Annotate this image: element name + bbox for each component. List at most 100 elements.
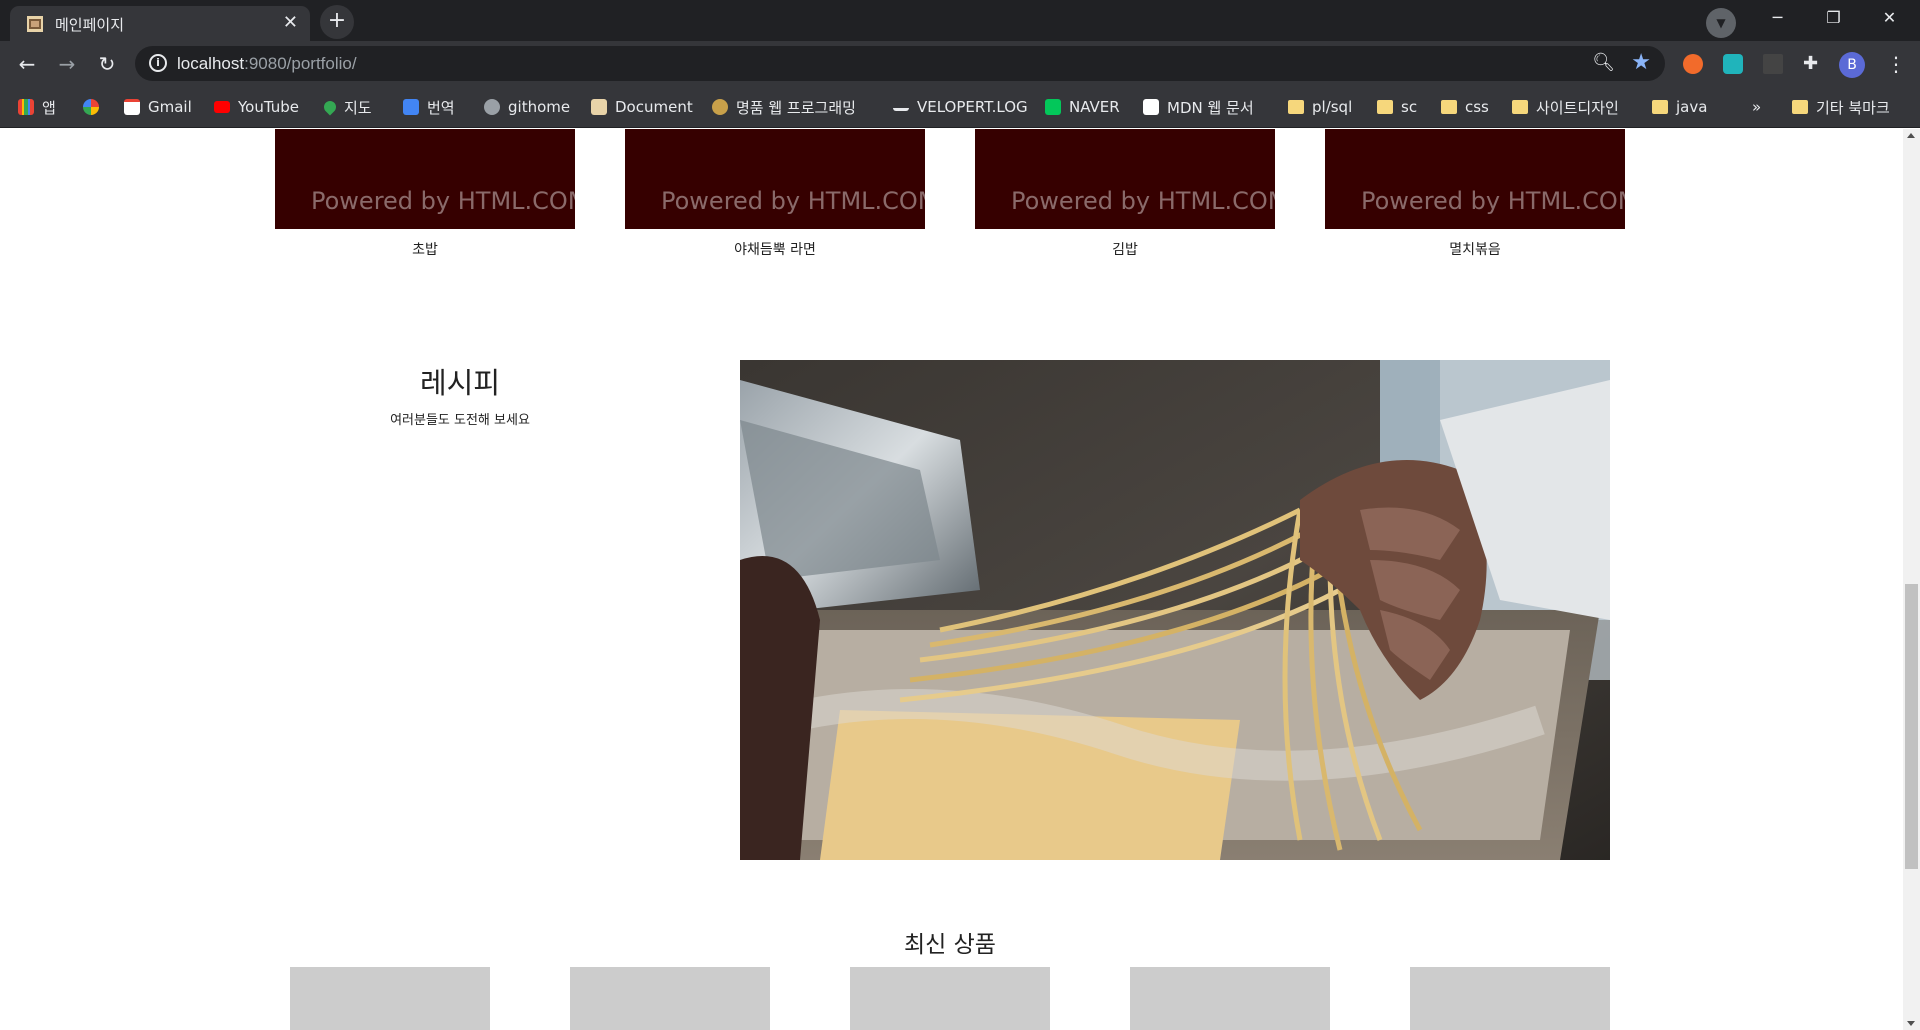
bookmark-folder-css[interactable]: css [1441,96,1489,118]
food-image-placeholder: Powered by HTML.COM [625,129,925,229]
translate-icon [403,99,419,115]
minimize-button[interactable]: ─ [1750,0,1805,36]
scroll-up-arrow-icon[interactable] [1907,133,1915,138]
velopert-icon [893,103,909,111]
reload-button[interactable]: ↻ [92,49,122,79]
profile-avatar[interactable]: B [1839,52,1865,78]
new-tab-button[interactable]: + [320,5,354,39]
bookmark-label: 지도 [344,98,372,117]
bookmark-translate[interactable]: 번역 [403,96,455,118]
url-path: :9080/portfolio/ [244,54,357,73]
placeholder-caption: Powered by HTML.COM [1361,187,1625,215]
qr-extension-icon[interactable] [1763,54,1783,74]
folder-icon [1441,100,1457,114]
product-thumbnail[interactable] [1410,967,1610,1030]
gmail-icon [124,99,140,115]
address-bar[interactable]: i localhost:9080/portfolio/ 🔍︎ ★ [135,46,1665,81]
page-viewport: Powered by HTML.COM 초밥 Powered by HTML.C… [0,129,1903,1030]
zoom-icon[interactable]: 🔍︎ [1592,52,1615,73]
bookmark-google[interactable] [83,96,99,118]
maps-pin-icon [321,98,339,116]
bookmark-naver[interactable]: NAVER [1045,96,1120,118]
browser-toolbar: ← → ↻ i localhost:9080/portfolio/ 🔍︎ ★ ✚… [0,41,1920,87]
folder-icon [1377,100,1393,114]
food-card[interactable]: Powered by HTML.COM 멸치볶음 [1325,129,1625,259]
youtube-icon [214,101,230,113]
naver-icon [1045,99,1061,115]
bookmark-star-icon[interactable]: ★ [1631,50,1651,75]
scroll-down-arrow-icon[interactable] [1907,1021,1915,1026]
scrollbar-thumb[interactable] [1905,584,1918,869]
product-thumbnail[interactable] [850,967,1050,1030]
food-name: 김밥 [1112,242,1138,258]
bookmark-web-programming[interactable]: 명품 웹 프로그래밍 [712,96,856,118]
bookmark-label: css [1465,98,1489,116]
bookmark-youtube[interactable]: YouTube [214,96,299,118]
extensions-puzzle-icon[interactable]: ✚ [1803,54,1823,74]
vertical-scrollbar[interactable] [1903,129,1920,1030]
bookmark-velopert[interactable]: VELOPERT.LOG [893,96,1028,118]
book-icon [712,99,728,115]
folder-icon [1652,100,1668,114]
folder-icon [1288,100,1304,114]
bookmark-label: Document [615,98,693,116]
active-tab[interactable]: 메인페이지 ✕ [10,6,310,41]
new-products-heading: 최신 상품 [904,932,996,958]
food-name: 멸치볶음 [1449,242,1501,258]
google-icon [83,99,99,115]
bookmark-label: 앱 [42,98,56,117]
close-window-button[interactable]: ✕ [1862,0,1917,36]
extension-1-icon[interactable] [1683,54,1703,74]
tab-close-icon[interactable]: ✕ [283,12,298,33]
bookmark-label: 기타 북마크 [1816,98,1890,117]
folder-icon [1512,100,1528,114]
tab-search-icon[interactable]: ▼ [1706,8,1736,38]
bookmarks-overflow-chevron-icon[interactable]: » [1752,96,1761,118]
browser-menu-icon[interactable]: ⋮ [1886,52,1906,76]
tab-strip: 메인페이지 ✕ + ▼ ─ ❐ ✕ [0,0,1920,41]
back-button[interactable]: ← [12,49,42,79]
product-thumbnail[interactable] [290,967,490,1030]
bookmark-label: java [1676,98,1708,116]
bookmark-gmail[interactable]: Gmail [124,96,192,118]
bookmark-apps[interactable]: 앱 [18,96,56,118]
bookmark-label: VELOPERT.LOG [917,98,1028,116]
apps-grid-icon [18,99,34,115]
bookmark-githome[interactable]: githome [484,96,570,118]
food-card[interactable]: Powered by HTML.COM 초밥 [275,129,575,259]
food-card[interactable]: Powered by HTML.COM 김밥 [975,129,1275,259]
food-name: 야채듬뿍 라면 [734,242,816,258]
restore-button[interactable]: ❐ [1806,0,1861,36]
placeholder-caption: Powered by HTML.COM [661,187,925,215]
pasta-photo-illustration [740,360,1610,860]
bookmark-document[interactable]: Document [591,96,693,118]
document-icon [591,99,607,115]
site-info-icon[interactable]: i [149,54,167,72]
bookmark-maps[interactable]: 지도 [321,96,372,118]
bookmarks-bar: 앱 Gmail YouTube 지도 번역 githome Document 명… [0,87,1920,128]
bookmark-label: 번역 [427,98,455,117]
bookmark-folder-sc[interactable]: sc [1377,96,1417,118]
bookmark-mdn[interactable]: MDN 웹 문서 [1143,96,1254,118]
product-thumbnail[interactable] [1130,967,1330,1030]
bookmark-label: 사이트디자인 [1536,98,1619,117]
extension-2-icon[interactable] [1723,54,1743,74]
pasta-making-photo [740,360,1610,860]
placeholder-caption: Powered by HTML.COM [1011,187,1275,215]
url-text[interactable]: localhost:9080/portfolio/ [177,54,357,74]
forward-button[interactable]: → [52,49,82,79]
bookmark-folder-site-design[interactable]: 사이트디자인 [1512,96,1619,118]
bookmark-folder-plsql[interactable]: pl/sql [1288,96,1352,118]
bookmark-other[interactable]: 기타 북마크 [1792,96,1890,118]
food-image-placeholder: Powered by HTML.COM [275,129,575,229]
url-host: localhost [177,54,245,73]
folder-icon [1792,100,1808,114]
bookmark-folder-java[interactable]: java [1652,96,1707,118]
food-image-placeholder: Powered by HTML.COM [1325,129,1625,229]
page-favicon-icon [27,16,43,32]
tab-title: 메인페이지 [55,16,125,34]
bookmark-label: MDN 웹 문서 [1167,98,1254,117]
food-card[interactable]: Powered by HTML.COM 야채듬뿍 라면 [625,129,925,259]
product-thumbnail[interactable] [570,967,770,1030]
recipe-heading: 레시피 [419,366,501,400]
